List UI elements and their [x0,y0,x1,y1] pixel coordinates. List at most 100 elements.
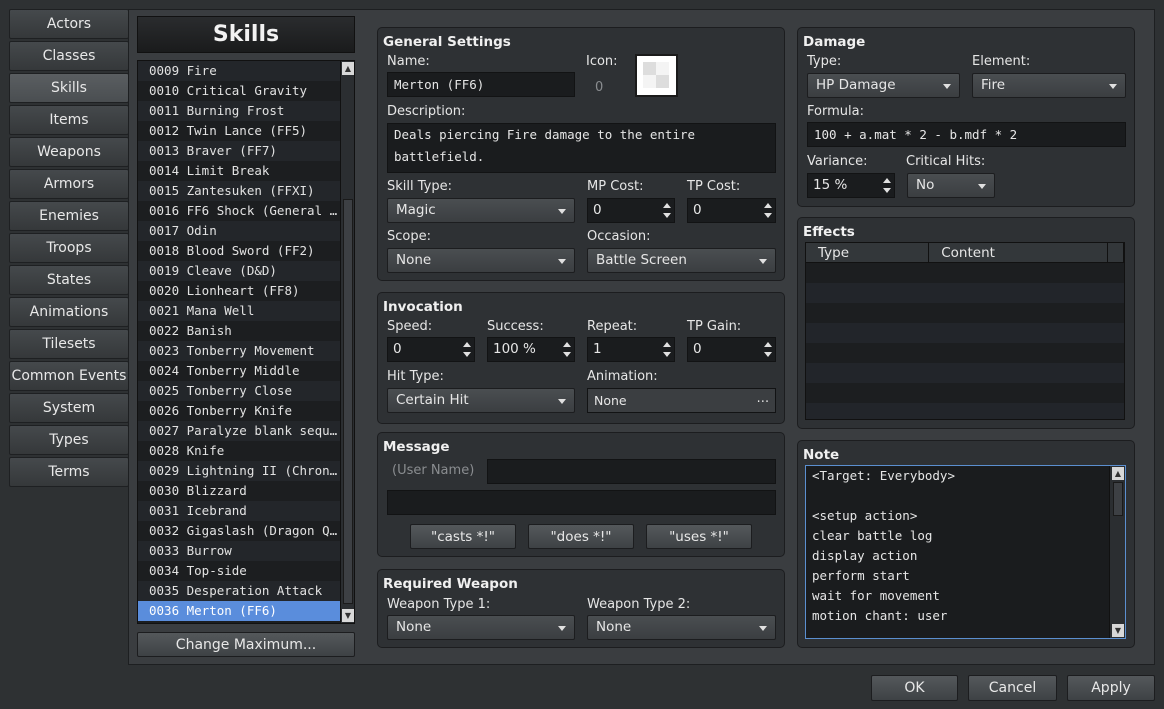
skill-list-item[interactable]: 0012 Twin Lance (FF5) [138,121,341,141]
variance-spinner[interactable]: 15 % [807,173,895,198]
tab-actors[interactable]: Actors [9,9,129,39]
note-textarea[interactable]: <Target: Everybody> <setup action> clear b… [805,465,1126,639]
effects-row[interactable] [806,323,1124,343]
weapon-type2-select[interactable]: None [587,615,776,640]
skill-list-item[interactable]: 0026 Tonberry Knife [138,401,341,421]
effects-row[interactable] [806,263,1124,283]
skill-list-item[interactable]: 0018 Blood Sword (FF2) [138,241,341,261]
effects-row[interactable] [806,403,1124,419]
tab-skills[interactable]: Skills [9,73,129,103]
list-scrollbar[interactable]: ▲ ▼ [340,61,354,623]
skill-list-item[interactable]: 0034 Top-side [138,561,341,581]
tab-armors[interactable]: Armors [9,169,129,199]
skill-list-item[interactable]: 0023 Tonberry Movement [138,341,341,361]
skill-list-item[interactable]: 0009 Fire [138,61,341,81]
uses-button[interactable]: "uses *!" [646,524,752,549]
mp-cost-spinner[interactable]: 0 [587,198,675,223]
success-spinner[interactable]: 100 % [487,337,575,362]
tab-items[interactable]: Items [9,105,129,135]
skill-list-item[interactable]: 0030 Blizzard [138,481,341,501]
skill-list[interactable]: 0009 Fire 0010 Critical Gravity 0011 Burni… [137,60,355,624]
tab-terms[interactable]: Terms [9,457,129,487]
tp-gain-spinner[interactable]: 0 [687,337,776,362]
skill-list-item[interactable]: 0020 Lionheart (FF8) [138,281,341,301]
spinner-arrows-icon[interactable] [462,340,471,359]
skill-list-item[interactable]: 0016 FF6 Shock (General L… [138,201,341,221]
change-maximum-button[interactable]: Change Maximum... [137,632,355,657]
tp-cost-spinner[interactable]: 0 [687,198,776,223]
icon-picker[interactable] [635,54,678,97]
skill-list-item[interactable]: 0011 Burning Frost [138,101,341,121]
scroll-down-icon[interactable]: ▼ [342,609,354,622]
skill-list-item[interactable]: 0024 Tonberry Middle [138,361,341,381]
effects-table[interactable]: Type Content [805,242,1125,420]
skill-list-item[interactable]: 0019 Cleave (D&D) [138,261,341,281]
message-line2-field[interactable] [387,490,776,515]
tab-weapons[interactable]: Weapons [9,137,129,167]
effects-col-content[interactable]: Content [929,243,1109,262]
apply-button[interactable]: Apply [1067,675,1155,701]
scroll-up-icon[interactable]: ▲ [1112,467,1124,480]
skill-list-item[interactable]: 0015 Zantesuken (FFXI) [138,181,341,201]
note-scrollbar[interactable]: ▲ ▼ [1109,466,1125,638]
skill-list-item[interactable]: 0025 Tonberry Close [138,381,341,401]
tab-enemies[interactable]: Enemies [9,201,129,231]
tab-states[interactable]: States [9,265,129,295]
occasion-select[interactable]: Battle Screen [587,248,776,273]
spinner-arrows-icon[interactable] [882,176,891,195]
skill-list-item[interactable]: 0022 Banish [138,321,341,341]
skill-list-item[interactable]: 0013 Braver (FF7) [138,141,341,161]
speed-spinner[interactable]: 0 [387,337,475,362]
effects-row[interactable] [806,343,1124,363]
spinner-arrows-icon[interactable] [662,201,671,220]
skill-list-item[interactable]: 0031 Icebrand [138,501,341,521]
effects-row[interactable] [806,363,1124,383]
message-line1-field[interactable] [487,459,776,484]
formula-field[interactable]: 100 + a.mat * 2 - b.mdf * 2 [807,122,1126,147]
name-field[interactable]: Merton (FF6) [387,72,575,97]
skill-list-item[interactable]: 0032 Gigaslash (Dragon Qu… [138,521,341,541]
skill-list-item[interactable]: 0017 Odin [138,221,341,241]
skill-list-item[interactable]: 0010 Critical Gravity [138,81,341,101]
tab-troops[interactable]: Troops [9,233,129,263]
scroll-thumb[interactable] [1113,482,1123,516]
description-field[interactable]: Deals piercing Fire damage to the entire… [387,123,776,173]
repeat-spinner[interactable]: 1 [587,337,675,362]
scroll-up-icon[interactable]: ▲ [342,62,354,75]
tab-tilesets[interactable]: Tilesets [9,329,129,359]
spinner-arrows-icon[interactable] [763,340,772,359]
tab-classes[interactable]: Classes [9,41,129,71]
tab-animations[interactable]: Animations [9,297,129,327]
skill-list-item[interactable]: 0014 Limit Break [138,161,341,181]
animation-field[interactable]: None ⋯ [587,388,776,413]
skill-list-item[interactable]: 0033 Burrow [138,541,341,561]
critical-hits-select[interactable]: No [907,173,995,198]
scroll-down-icon[interactable]: ▼ [1112,624,1124,637]
element-select[interactable]: Fire [972,73,1126,98]
cancel-button[interactable]: Cancel [968,675,1057,701]
skill-list-item[interactable]: 0035 Desperation Attack [138,581,341,601]
ok-button[interactable]: OK [871,675,958,701]
spinner-arrows-icon[interactable] [662,340,671,359]
hit-type-select[interactable]: Certain Hit [387,388,575,413]
effects-row[interactable] [806,303,1124,323]
does-button[interactable]: "does *!" [528,524,634,549]
casts-button[interactable]: "casts *!" [410,524,516,549]
scope-select[interactable]: None [387,248,575,273]
weapon-type1-select[interactable]: None [387,615,575,640]
skill-list-item[interactable]: 0027 Paralyze blank seque… [138,421,341,441]
effects-col-type[interactable]: Type [806,243,930,262]
tab-common-events[interactable]: Common Events [9,361,129,391]
skill-list-item[interactable]: 0036 Merton (FF6) [138,601,341,621]
skill-list-item[interactable]: 0028 Knife [138,441,341,461]
skill-list-item[interactable]: 0029 Lightning II (Chrono… [138,461,341,481]
ellipsis-icon[interactable]: ⋯ [757,389,770,412]
skill-type-select[interactable]: Magic [387,198,575,223]
spinner-arrows-icon[interactable] [562,340,571,359]
damage-type-select[interactable]: HP Damage [807,73,960,98]
tab-system[interactable]: System [9,393,129,423]
skill-list-item[interactable]: 0021 Mana Well [138,301,341,321]
scroll-thumb[interactable] [343,199,353,604]
effects-row[interactable] [806,383,1124,403]
spinner-arrows-icon[interactable] [763,201,772,220]
